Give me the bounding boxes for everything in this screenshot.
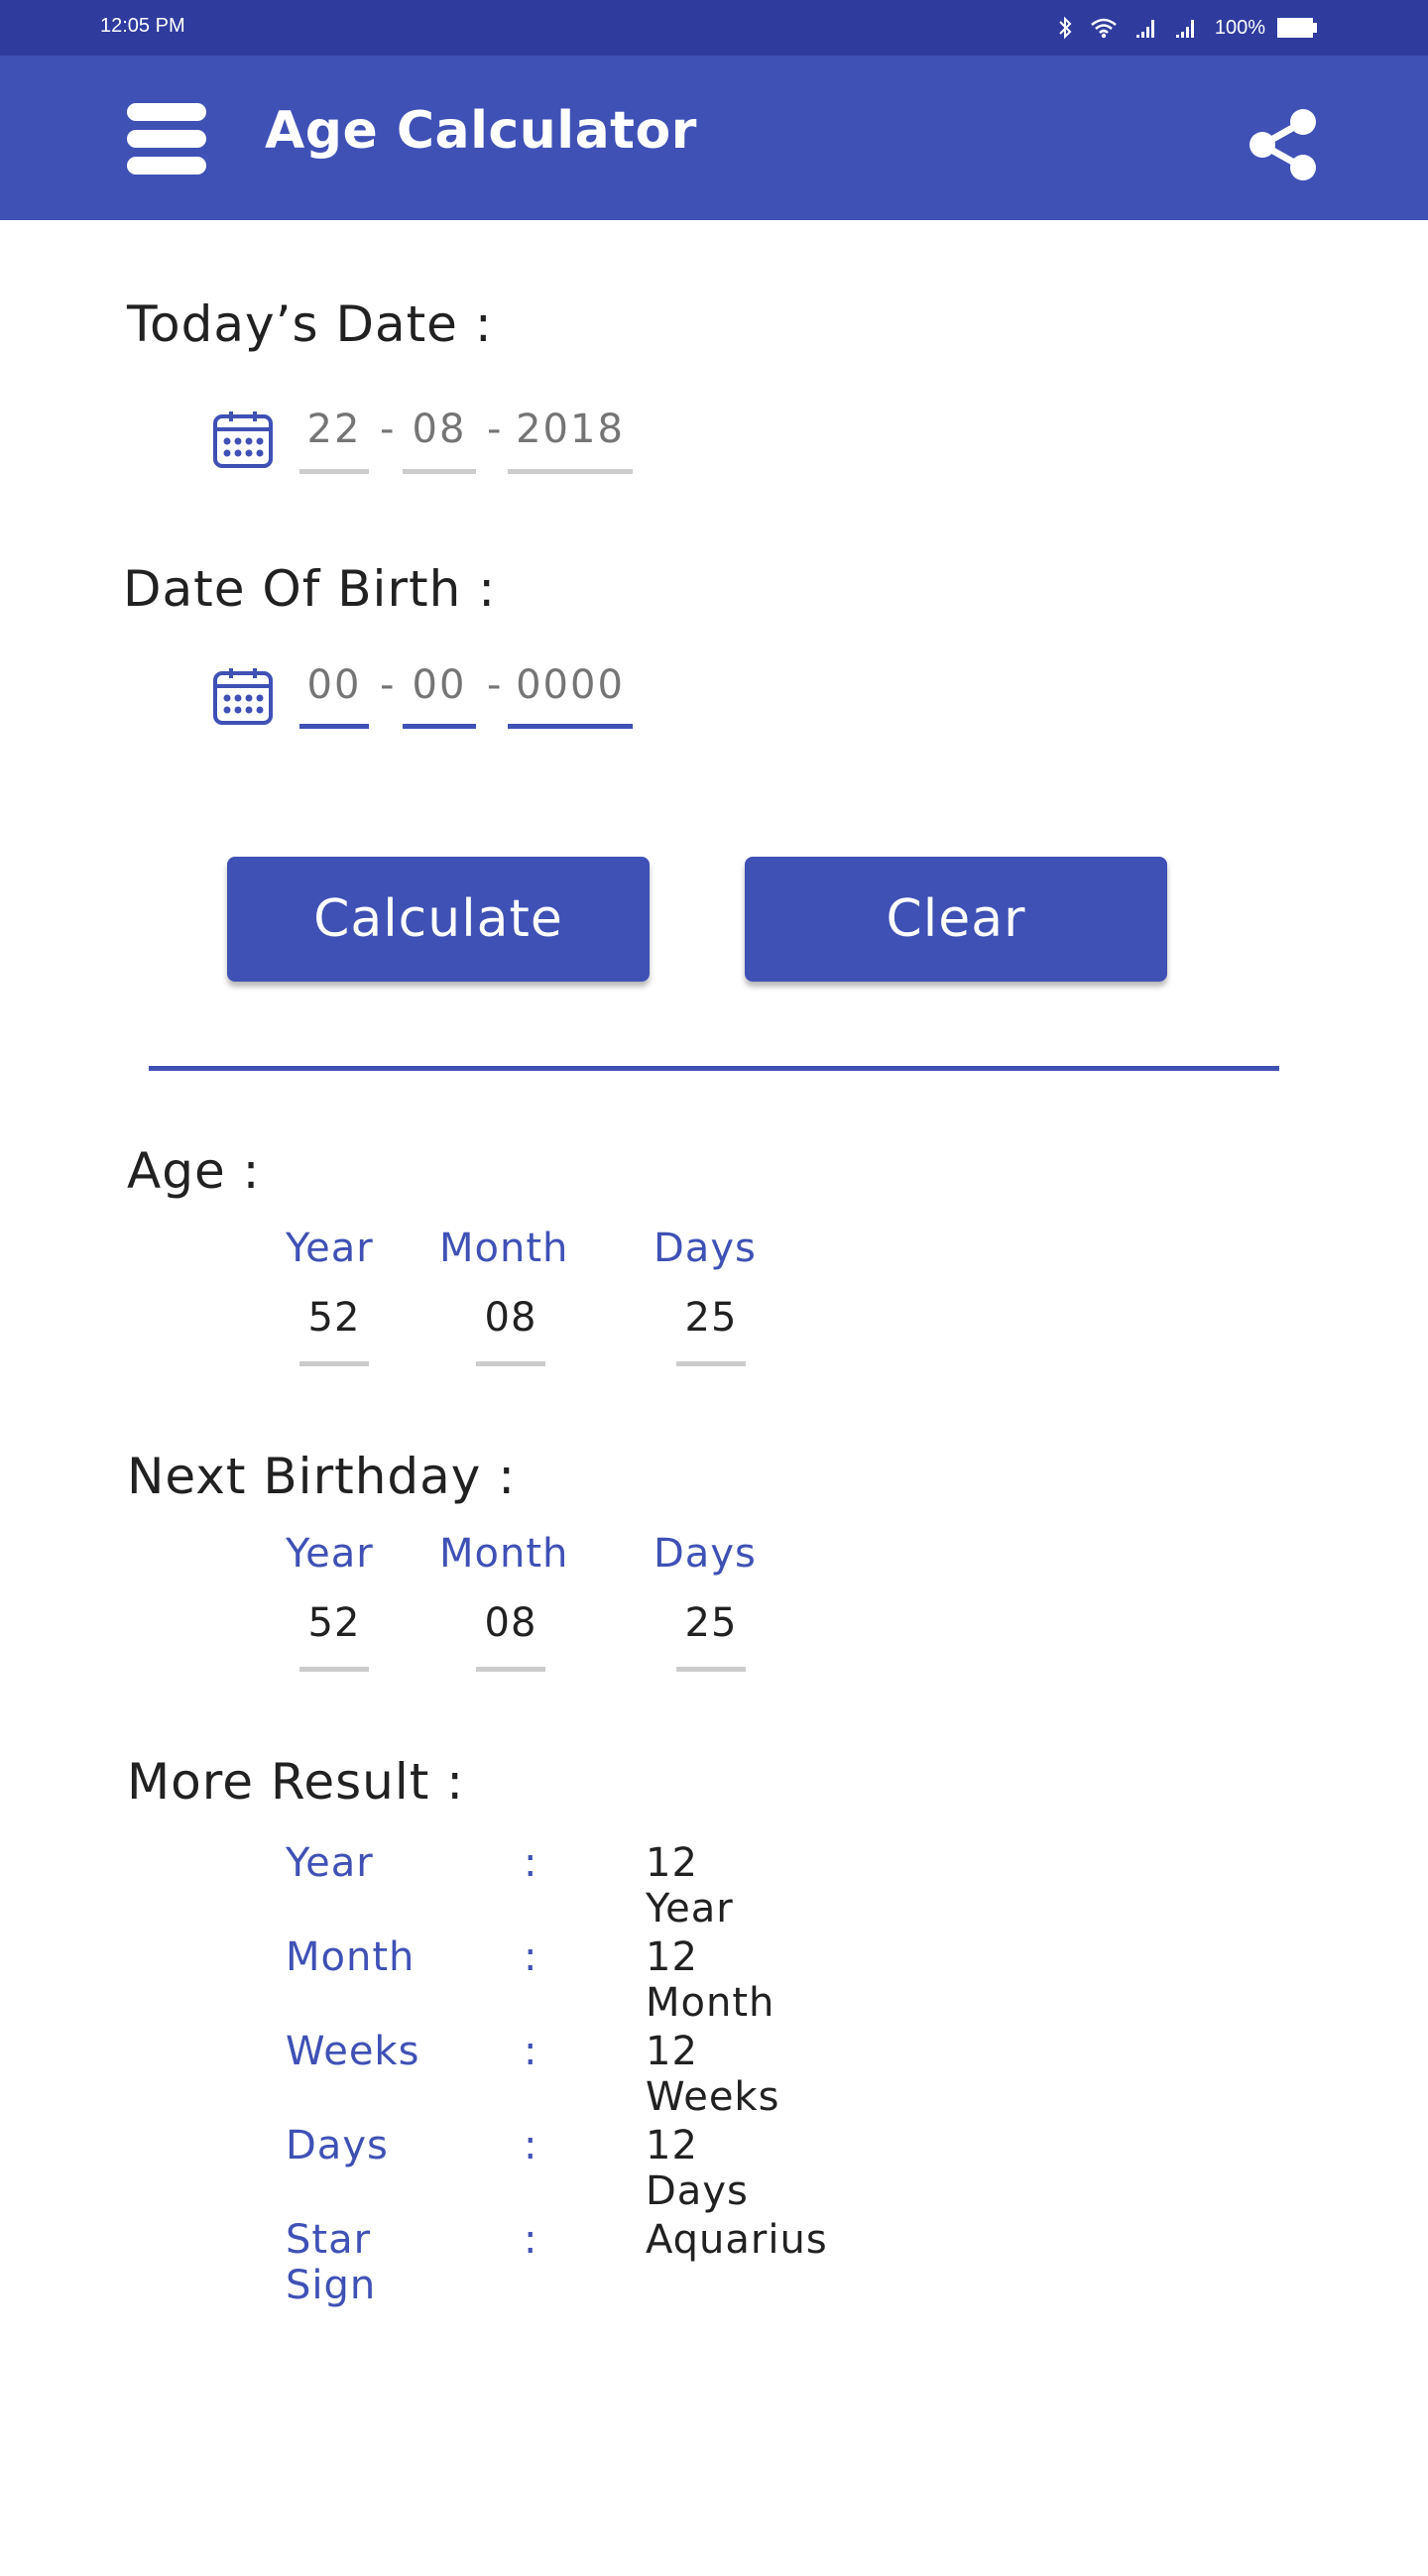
age-days-label: Days <box>654 1226 757 1271</box>
date-separator: - <box>487 407 502 452</box>
app-bar: Age Calculator <box>0 56 1428 220</box>
date-separator: - <box>380 407 395 452</box>
more-result-row-label: Star Sign <box>286 2217 377 2308</box>
wifi-icon <box>1091 18 1117 39</box>
dob-day-underline <box>299 724 369 729</box>
status-bar: 12:05 PM 100% <box>0 0 1428 56</box>
age-month-value: 08 <box>484 1295 537 1341</box>
todays-date-calendar-button[interactable] <box>212 410 274 473</box>
today-month-underline <box>403 469 476 474</box>
next-birthday-month-label: Month <box>439 1531 569 1577</box>
next-birthday-month-value: 08 <box>484 1600 537 1646</box>
today-day-field[interactable]: 22 <box>299 407 369 466</box>
bluetooth-icon <box>1059 16 1072 40</box>
share-button[interactable] <box>1246 107 1321 182</box>
next-birthday-year-underline <box>299 1667 369 1672</box>
todays-date-label: Today’s Date : <box>127 295 493 353</box>
more-result-row-separator: : <box>524 2217 537 2263</box>
today-year-underline <box>508 469 633 474</box>
age-year-value: 52 <box>307 1295 361 1341</box>
hamburger-menu-icon-bar <box>127 157 206 175</box>
clear-button[interactable]: Clear <box>745 857 1167 982</box>
more-result-row-separator: : <box>524 2123 537 2168</box>
dob-calendar-button[interactable] <box>212 666 274 730</box>
age-month-label: Month <box>439 1226 569 1271</box>
status-time: 12:05 PM <box>100 15 185 37</box>
divider <box>149 1066 1279 1071</box>
signal-icon <box>1175 20 1194 38</box>
more-result-row-value: 12 Month <box>646 1934 775 2026</box>
hamburger-menu-icon-bar <box>127 130 206 148</box>
age-days-underline <box>676 1361 746 1366</box>
age-year-label: Year <box>286 1226 374 1271</box>
age-days-value: 25 <box>684 1295 738 1341</box>
hamburger-menu-icon <box>127 103 206 121</box>
calendar-icon <box>213 668 273 725</box>
age-label: Age : <box>127 1142 261 1200</box>
more-result-row-label: Year <box>286 1840 374 1886</box>
today-year-field[interactable]: 2018 <box>508 407 633 466</box>
next-birthday-days-value: 25 <box>684 1600 738 1646</box>
dob-year-field[interactable]: 0000 <box>508 662 633 722</box>
calculate-button[interactable]: Calculate <box>227 857 650 982</box>
next-birthday-month-underline <box>476 1667 545 1672</box>
dob-month-underline <box>403 724 476 729</box>
date-separator: - <box>487 662 502 708</box>
age-year-underline <box>299 1361 369 1366</box>
battery-percent: 100% <box>1214 16 1265 39</box>
next-birthday-days-label: Days <box>654 1531 757 1577</box>
signal-icon <box>1135 20 1154 38</box>
menu-button[interactable] <box>127 103 206 175</box>
today-day-underline <box>299 469 369 474</box>
more-result-row-value: 12 Year <box>646 1840 734 1932</box>
more-result-row-value: Aquarius <box>646 2217 828 2263</box>
more-result-row-separator: : <box>524 1934 537 1980</box>
more-result-label: More Result : <box>127 1753 465 1811</box>
dob-day-field[interactable]: 00 <box>299 662 369 722</box>
calendar-icon <box>213 411 273 468</box>
age-month-underline <box>476 1361 545 1366</box>
more-result-row-label: Weeks <box>286 2029 420 2074</box>
battery-icon <box>1277 18 1317 38</box>
more-result-row-value: 12 Days <box>646 2123 749 2214</box>
more-result-row-separator: : <box>524 2029 537 2074</box>
more-result-row-value: 12 Weeks <box>646 2029 780 2120</box>
share-icon <box>1250 109 1316 180</box>
next-birthday-label: Next Birthday : <box>127 1448 517 1505</box>
dob-month-field[interactable]: 00 <box>403 662 476 722</box>
today-month-field[interactable]: 08 <box>403 407 476 466</box>
more-result-row-label: Month <box>286 1934 416 1980</box>
date-separator: - <box>380 662 395 708</box>
next-birthday-year-label: Year <box>286 1531 374 1577</box>
next-birthday-days-underline <box>676 1667 746 1672</box>
next-birthday-year-value: 52 <box>307 1600 361 1646</box>
status-icons: 100% <box>1058 12 1317 44</box>
app-title: Age Calculator <box>265 101 697 161</box>
more-result-row-label: Days <box>286 2123 389 2168</box>
more-result-row-separator: : <box>524 1840 537 1886</box>
dob-year-underline <box>508 724 633 729</box>
date-of-birth-label: Date Of Birth : <box>123 560 497 618</box>
